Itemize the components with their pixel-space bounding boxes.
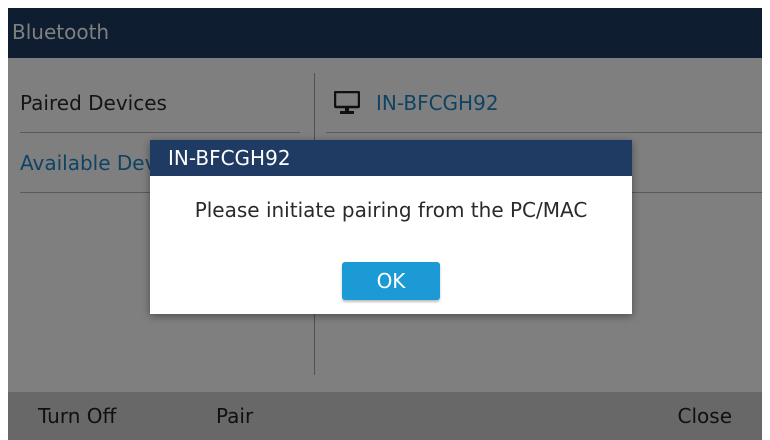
ok-button[interactable]: OK — [342, 262, 440, 300]
bluetooth-screen: Bluetooth Paired Devices Available Devic… — [8, 8, 762, 440]
dialog-title: IN-BFCGH92 — [150, 140, 632, 176]
dialog-message: Please initiate pairing from the PC/MAC — [194, 198, 588, 222]
pairing-dialog: IN-BFCGH92 Please initiate pairing from … — [150, 140, 632, 314]
